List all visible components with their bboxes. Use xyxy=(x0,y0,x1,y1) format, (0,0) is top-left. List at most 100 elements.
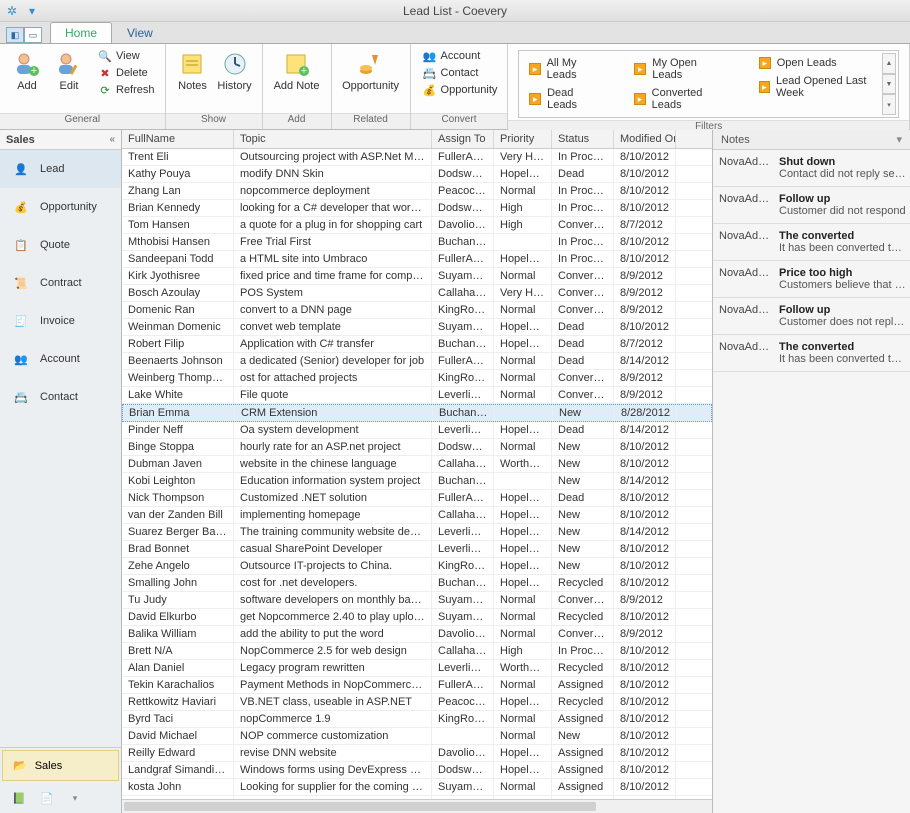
table-row[interactable]: Kirk Jyothisreefixed price and time fram… xyxy=(122,268,712,285)
table-row[interactable]: Smalling Johncost for .net developers.Bu… xyxy=(122,575,712,592)
table-row[interactable]: van der Zanden Billimplementing homepage… xyxy=(122,507,712,524)
col-assignto[interactable]: Assign To xyxy=(432,130,494,148)
view-button[interactable]: 🔍View xyxy=(94,48,159,64)
table-row[interactable]: Nick ThompsonCustomized .NET solutionFul… xyxy=(122,490,712,507)
sidebar-bottom: 📂 Sales 📗 📄 ▾ xyxy=(0,747,121,813)
col-topic[interactable]: Topic xyxy=(234,130,432,148)
grid-hscroll[interactable] xyxy=(122,799,712,813)
table-row[interactable]: Alan DanielLegacy program rewrittenLever… xyxy=(122,660,712,677)
layout-panel-icon[interactable]: ◧ xyxy=(6,27,24,43)
filter-converted-leads[interactable]: ▸Converted Leads xyxy=(634,87,728,111)
sidebar-item-quote[interactable]: 📋Quote xyxy=(0,226,121,264)
table-row[interactable]: Tekin KarachaliosPayment Methods in NopC… xyxy=(122,677,712,694)
table-row[interactable]: Weinman Domenicconvet web templateSuyama… xyxy=(122,319,712,336)
table-row[interactable]: David Elkurboget Nopcommerce 2.40 to pla… xyxy=(122,609,712,626)
table-row[interactable]: Sandeepani Todda HTML site into UmbracoF… xyxy=(122,251,712,268)
sidebar-item-contact[interactable]: 📇Contact xyxy=(0,378,121,416)
note-item[interactable]: NovaAdmin...The convertedIt has been con… xyxy=(713,335,910,372)
sidebar-item-account[interactable]: 👥Account xyxy=(0,340,121,378)
table-row[interactable]: Beenaerts Johnsona dedicated (Senior) de… xyxy=(122,353,712,370)
notes-icon xyxy=(179,50,207,78)
table-row[interactable]: Brett N/ANopCommerce 2.5 for web designC… xyxy=(122,643,712,660)
table-row[interactable]: Pinder NeffOa system developmentLeverlin… xyxy=(122,422,712,439)
ribbon-group-convert: 👥Account 📇Contact 💰Opportunity Convert xyxy=(411,44,509,129)
sidebar-mini1-icon[interactable]: 📗 xyxy=(8,787,30,809)
table-row[interactable]: Binge Stoppahourly rate for an ASP.net p… xyxy=(122,439,712,456)
filter-all-my-leads[interactable]: ▸All My Leads xyxy=(529,57,604,81)
note-item[interactable]: NovaAdmin...Price too highCustomers beli… xyxy=(713,261,910,298)
history-button[interactable]: History xyxy=(214,48,256,94)
notes-button[interactable]: Notes xyxy=(172,48,214,94)
sidebar-item-opportunity[interactable]: 💰Opportunity xyxy=(0,188,121,226)
gallery-more-icon[interactable]: ▾ xyxy=(882,94,896,115)
sidebar-overflow-icon[interactable]: ▾ xyxy=(64,787,86,809)
filter-dead-leads[interactable]: ▸Dead Leads xyxy=(529,87,604,111)
add-button[interactable]: + Add xyxy=(6,48,48,94)
table-row[interactable]: Zhang Lannopcommerce deploymentPeacockM.… xyxy=(122,183,712,200)
col-modifiedon[interactable]: Modified On▲ xyxy=(614,130,676,148)
convert-contact-button[interactable]: 📇Contact xyxy=(419,65,502,81)
table-row[interactable]: Suarez Berger Barden...The training comm… xyxy=(122,524,712,541)
filter-open-leads[interactable]: ▸Open Leads xyxy=(759,57,888,69)
note-author: NovaAdmin... xyxy=(719,341,775,365)
table-row[interactable]: Bosch AzoulayPOS SystemCallahanLa...Very… xyxy=(122,285,712,302)
sidebar-item-contract[interactable]: 📜Contract xyxy=(0,264,121,302)
table-row[interactable]: Reilly Edwardrevise DNN websiteDavolioNa… xyxy=(122,745,712,762)
table-row[interactable]: Brian EmmaCRM ExtensionBuchananS...New8/… xyxy=(122,404,712,422)
table-row[interactable]: Tom Hansena quote for a plug in for shop… xyxy=(122,217,712,234)
filter-lead-opened-last-week[interactable]: ▸Lead Opened Last Week xyxy=(759,75,888,99)
table-row[interactable]: Tu Judysoftware developers on monthly ba… xyxy=(122,592,712,609)
app-icon[interactable]: ✲ xyxy=(4,3,20,19)
sidebar-mini2-icon[interactable]: 📄 xyxy=(36,787,58,809)
table-row[interactable]: Zehe AngeloOutsource IT-projects to Chin… xyxy=(122,558,712,575)
table-row[interactable]: Brian Kennedylooking for a C# developer … xyxy=(122,200,712,217)
table-row[interactable]: Mthobisi HansenFree Trial FirstBuchananS… xyxy=(122,234,712,251)
table-row[interactable]: Robert FilipApplication with C# transfer… xyxy=(122,336,712,353)
qat-dropdown-icon[interactable]: ▾ xyxy=(24,3,40,19)
table-row[interactable]: Trent EliOutsourcing project with ASP.Ne… xyxy=(122,149,712,166)
note-subject: Follow up xyxy=(779,193,906,205)
add-note-button[interactable]: + Add Note xyxy=(269,48,325,94)
delete-button[interactable]: ✖Delete xyxy=(94,65,159,81)
sidebar-module-sales[interactable]: 📂 Sales xyxy=(2,750,119,781)
note-item[interactable]: NovaAdmin...Follow upCustomer did not re… xyxy=(713,187,910,224)
layout-full-icon[interactable]: ▭ xyxy=(24,27,42,43)
table-row[interactable]: Brad Bonnetcasual SharePoint DeveloperLe… xyxy=(122,541,712,558)
grid-body[interactable]: Trent EliOutsourcing project with ASP.Ne… xyxy=(122,149,712,799)
table-row[interactable]: Kobi LeightonEducation information syste… xyxy=(122,473,712,490)
convert-opportunity-button[interactable]: 💰Opportunity xyxy=(419,82,502,98)
collapse-icon[interactable]: « xyxy=(109,134,115,145)
notes-pin-icon[interactable]: ▾ xyxy=(896,133,902,146)
gallery-down-icon[interactable]: ▼ xyxy=(882,74,896,95)
gallery-up-icon[interactable]: ▲ xyxy=(882,53,896,74)
filter-my-open-leads[interactable]: ▸My Open Leads xyxy=(634,57,728,81)
note-item[interactable]: NovaAdmin...Follow upCustomer does not r… xyxy=(713,298,910,335)
table-row[interactable]: Byrd TacinopCommerce 1.9KingRobertNormal… xyxy=(122,711,712,728)
table-row[interactable]: Landgraf SimandirakisWindows forms using… xyxy=(122,762,712,779)
tab-view[interactable]: View xyxy=(112,22,168,43)
table-row[interactable]: Weinberg Thompsonost for attached projec… xyxy=(122,370,712,387)
ribbon: + Add Edit 🔍View ✖Delete ⟳Refresh Genera… xyxy=(0,44,910,130)
table-row[interactable]: Kathy Pouyamodify DNN SkinDodsworth...Ho… xyxy=(122,166,712,183)
col-fullname[interactable]: FullName xyxy=(122,130,234,148)
table-row[interactable]: Domenic Ranconvert to a DNN pageKingRobe… xyxy=(122,302,712,319)
sidebar-item-invoice[interactable]: 🧾Invoice xyxy=(0,302,121,340)
edit-button[interactable]: Edit xyxy=(48,48,90,94)
note-item[interactable]: NovaAdmin...Shut downContact did not rep… xyxy=(713,150,910,187)
refresh-button[interactable]: ⟳Refresh xyxy=(94,82,159,98)
table-row[interactable]: David MichaelNOP commerce customizationN… xyxy=(122,728,712,745)
table-row[interactable]: Balika Williamadd the ability to put the… xyxy=(122,626,712,643)
col-priority[interactable]: Priority xyxy=(494,130,552,148)
col-status[interactable]: Status xyxy=(552,130,614,148)
table-row[interactable]: Rettkowitz HaviariVB.NET class, useable … xyxy=(122,694,712,711)
note-item[interactable]: NovaAdmin...The convertedIt has been con… xyxy=(713,224,910,261)
table-row[interactable]: kosta JohnLooking for supplier for the c… xyxy=(122,779,712,796)
sidebar-item-lead[interactable]: 👤Lead xyxy=(0,150,121,188)
table-row[interactable]: Dubman Javenwebsite in the chinese langu… xyxy=(122,456,712,473)
opportunity-button[interactable]: Opportunity xyxy=(338,48,404,94)
note-subject: The converted xyxy=(779,341,906,353)
sidebar-header[interactable]: Sales « xyxy=(0,130,121,150)
table-row[interactable]: Lake WhiteFile quoteLeverlingJa...Normal… xyxy=(122,387,712,404)
tab-home[interactable]: Home xyxy=(50,22,112,43)
convert-account-button[interactable]: 👥Account xyxy=(419,48,502,64)
